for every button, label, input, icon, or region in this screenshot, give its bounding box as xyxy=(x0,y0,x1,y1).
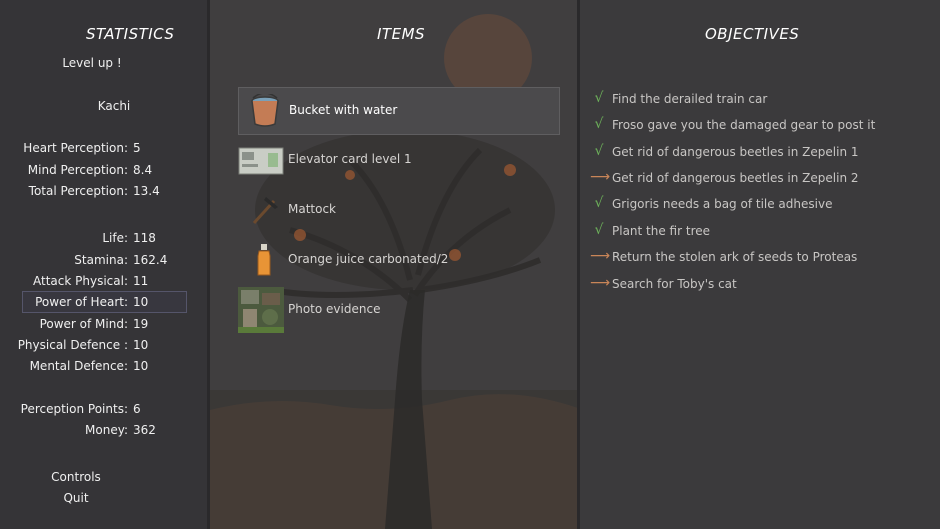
stat-label: Total Perception: xyxy=(28,184,128,198)
objective-text: Froso gave you the damaged gear to post … xyxy=(612,118,876,132)
objective-text: Get rid of dangerous beetles in Zepelin … xyxy=(612,145,859,159)
objectives-title: OBJECTIVES xyxy=(705,25,800,43)
item-label: Orange juice carbonated/2 xyxy=(288,252,449,266)
bottle-icon xyxy=(246,243,282,277)
stat-value: 10 xyxy=(133,338,149,352)
controls-button[interactable]: Controls xyxy=(0,470,180,484)
item-bucket-with-water[interactable]: Bucket with water xyxy=(238,87,560,135)
item-label: Mattock xyxy=(288,202,337,216)
card-icon xyxy=(238,143,284,177)
item-photo-evidence[interactable]: Photo evidence xyxy=(238,287,558,333)
stat-label: Life: xyxy=(102,231,128,245)
stat-value: 10 xyxy=(133,295,149,309)
item-elevator-card[interactable]: Elevator card level 1 xyxy=(238,137,558,183)
character-name: Kachi xyxy=(97,99,131,113)
level-up-label[interactable]: Level up ! xyxy=(0,56,196,70)
objective-text: Get rid of dangerous beetles in Zepelin … xyxy=(612,171,859,185)
stat-value: 11 xyxy=(133,274,149,288)
stat-label: Stamina: xyxy=(74,253,128,267)
arrow-right-icon: ⟶ xyxy=(590,169,611,185)
item-mattock[interactable]: Mattock xyxy=(238,187,558,233)
stat-value: 5 xyxy=(133,141,141,155)
stat-value: 13.4 xyxy=(133,184,160,198)
stat-value: 362 xyxy=(133,423,156,437)
stat-label: Physical Defence : xyxy=(17,338,128,352)
stat-label: Attack Physical: xyxy=(33,274,128,288)
arrow-right-icon: ⟶ xyxy=(590,275,611,291)
stat-value: 19 xyxy=(133,317,149,331)
stat-label: Heart Perception: xyxy=(23,141,128,155)
item-label: Photo evidence xyxy=(288,302,381,316)
items-title: ITEMS xyxy=(377,25,426,43)
checkmark-icon: √ xyxy=(594,116,604,132)
item-orange-juice[interactable]: Orange juice carbonated/2 xyxy=(238,237,558,283)
mattock-icon xyxy=(246,193,282,227)
checkmark-icon: √ xyxy=(594,143,604,159)
stat-value: 118 xyxy=(133,231,156,245)
checkmark-icon: √ xyxy=(594,222,604,238)
stat-label: Money: xyxy=(85,423,128,437)
stat-value: 6 xyxy=(133,402,141,416)
objective-text: Search for Toby's cat xyxy=(612,277,737,291)
objective-text: Return the stolen ark of seeds to Protea… xyxy=(612,250,858,264)
checkmark-icon: √ xyxy=(594,90,604,106)
stat-value: 162.4 xyxy=(133,253,168,267)
objective-text: Grigoris needs a bag of tile adhesive xyxy=(612,197,833,211)
stat-value: 10 xyxy=(133,359,149,373)
objectives-panel: OBJECTIVES √ Find the derailed train car… xyxy=(580,0,940,529)
stat-label: Power of Heart: xyxy=(35,295,128,309)
statistics-panel: STATISTICS Level up ! Kachi Heart Percep… xyxy=(0,0,208,529)
stat-label: Mind Perception: xyxy=(27,163,128,177)
quit-button[interactable]: Quit xyxy=(0,491,180,505)
arrow-right-icon: ⟶ xyxy=(590,248,611,264)
stat-label: Power of Mind: xyxy=(39,317,128,331)
objective-text: Plant the fir tree xyxy=(612,224,711,238)
items-panel: ITEMS Bucket with water Elevator card le… xyxy=(210,0,578,529)
stat-label: Perception Points: xyxy=(20,402,128,416)
photo-icon xyxy=(238,287,284,333)
stat-value: 8.4 xyxy=(133,163,153,177)
statistics-title: STATISTICS xyxy=(86,25,175,43)
item-label: Bucket with water xyxy=(289,103,398,117)
stat-label: Mental Defence: xyxy=(29,359,128,373)
bucket-icon xyxy=(247,92,283,128)
objective-text: Find the derailed train car xyxy=(612,92,768,106)
item-label: Elevator card level 1 xyxy=(288,152,412,166)
checkmark-icon: √ xyxy=(594,195,604,211)
